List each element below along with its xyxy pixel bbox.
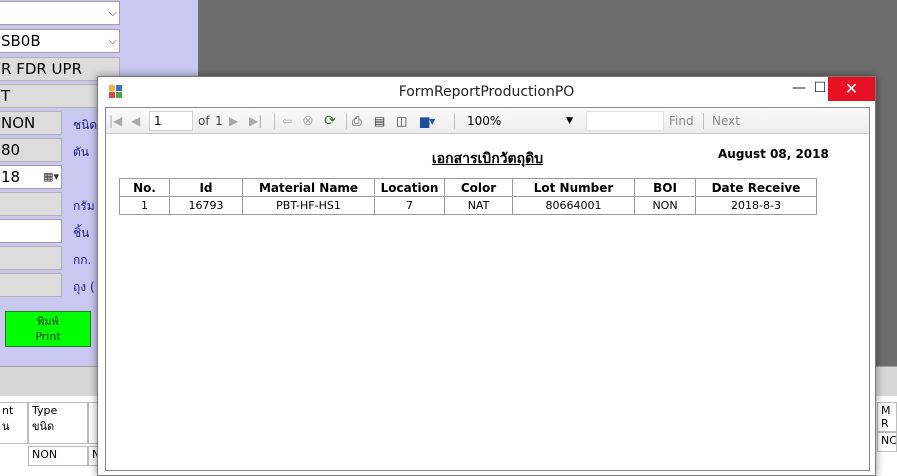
report-table: No. Id Material Name Location Color Lot … (119, 178, 817, 215)
toolbar-separator (274, 113, 275, 129)
type-field: NON (0, 111, 62, 135)
first-page-icon[interactable]: |◀ (109, 112, 122, 130)
toolbar-separator (454, 113, 455, 129)
column-header-location: Location (374, 178, 445, 197)
column-header-lot-number: Lot Number (512, 178, 635, 197)
grid-header-type: Type ขนิด (28, 402, 88, 444)
gram-field (0, 192, 62, 216)
zoom-select[interactable]: 100% ▼ (462, 111, 578, 131)
next-link[interactable]: Next (712, 112, 740, 130)
of-label: of (198, 114, 210, 128)
next-page-icon[interactable]: ▶ (229, 112, 238, 130)
piece-field[interactable] (0, 219, 62, 243)
piece-label: ชิ้น (73, 226, 90, 240)
grid-header-cell: nt น (0, 402, 28, 444)
print-button[interactable]: พิมพ์ Print (5, 311, 91, 347)
print-icon[interactable]: ⎙ (352, 112, 362, 130)
toolbar-separator (703, 113, 704, 129)
chevron-down-icon: ▼ (566, 116, 573, 126)
last-page-icon[interactable]: ▶| (249, 112, 262, 130)
column-header-id: Id (169, 178, 243, 197)
page-setup-icon[interactable]: ◫ (396, 112, 407, 130)
chevron-down-icon: ⌵ (108, 6, 117, 19)
grid-header-type-text: Type ขนิด (32, 404, 58, 433)
grid-header-right-text: M R (881, 404, 891, 430)
ton-field-value: 80 (1, 141, 21, 159)
toolbar-separator (346, 113, 347, 129)
column-header-material-name: Material Name (242, 178, 375, 197)
report-date: August 08, 2018 (718, 147, 829, 161)
calendar-icon[interactable]: ▦▾ (43, 166, 59, 188)
cell-location: 7 (374, 196, 445, 215)
report-dialog: FormReportProductionPO — ☐ ✕ |◀ ◀ 1 of 1… (97, 76, 876, 476)
find-link[interactable]: Find (669, 112, 694, 130)
ton-label: ตัน (73, 145, 89, 159)
cell-no: 1 (119, 196, 170, 215)
total-pages: 1 (215, 114, 223, 128)
report-page: เอกสารเบิกวัตถุดิบ August 08, 2018 No. I… (106, 135, 869, 470)
stop-icon[interactable]: ⊗ (302, 112, 314, 130)
readonly-field-1-value: R FDR UPR (1, 60, 83, 78)
cell-id: 16793 (169, 196, 243, 215)
report-toolbar: |◀ ◀ 1 of 1 ▶ ▶| ⇦ ⊗ ⟳ ⎙ ▤ ◫ ▆▾ 100% ▼ F… (106, 108, 869, 134)
kg-field (0, 246, 62, 270)
refresh-icon[interactable]: ⟳ (324, 112, 336, 130)
find-input[interactable] (586, 111, 664, 131)
prev-page-icon[interactable]: ◀ (131, 112, 140, 130)
kg-label: กก. (73, 253, 92, 267)
zoom-value: 100% (467, 114, 502, 128)
cell-lot-number: 80664001 (512, 196, 635, 215)
readonly-field-2-value: T (1, 87, 11, 105)
back-icon[interactable]: ⇦ (282, 112, 292, 130)
column-header-no: No. (119, 178, 170, 197)
print-layout-icon[interactable]: ▤ (374, 112, 385, 130)
date-picker-value: 18 (1, 168, 21, 186)
close-button[interactable]: ✕ (828, 77, 875, 101)
bag-label: ถุง ( (73, 280, 95, 294)
date-picker-field[interactable]: 18 ▦▾ (0, 165, 62, 189)
export-icon[interactable]: ▆▾ (420, 112, 435, 130)
combo-field-2[interactable]: SB0B ⌵ (0, 29, 120, 53)
grid-cell-type-value: NON (32, 448, 58, 461)
grid-header-cell-right: M R (877, 402, 897, 432)
ton-field: 80 (0, 138, 62, 162)
dialog-titlebar[interactable]: FormReportProductionPO — ☐ ✕ (98, 77, 875, 107)
gram-label: กรัม (73, 199, 95, 213)
print-button-thai-label: พิมพ์ (37, 315, 59, 328)
cell-date-receive: 2018-8-3 (695, 196, 817, 215)
chevron-down-icon: ⌵ (108, 34, 117, 47)
grid-cell-right[interactable]: NC (877, 432, 897, 452)
cell-boi: NON (634, 196, 696, 215)
grid-cell-type[interactable]: NON (28, 446, 88, 466)
bag-field (0, 273, 62, 297)
cell-material-name: PBT-HF-HS1 (242, 196, 375, 215)
print-button-label: Print (35, 330, 61, 343)
column-header-date-receive: Date Receive (695, 178, 817, 197)
table-header-row: No. Id Material Name Location Color Lot … (119, 178, 817, 197)
combo-field-1[interactable]: ⌵ (0, 1, 120, 25)
report-viewer: |◀ ◀ 1 of 1 ▶ ▶| ⇦ ⊗ ⟳ ⎙ ▤ ◫ ▆▾ 100% ▼ F… (105, 107, 870, 471)
column-header-boi: BOI (634, 178, 696, 197)
type-field-value: NON (1, 114, 36, 132)
table-row: 1 16793 PBT-HF-HS1 7 NAT 80664001 NON 20… (119, 196, 817, 215)
grid-cell-right-value: NC (881, 434, 897, 447)
column-header-color: Color (444, 178, 513, 197)
type-label: ชนิด (73, 118, 98, 132)
page-number-input[interactable]: 1 (149, 111, 193, 131)
cell-color: NAT (444, 196, 513, 215)
combo-field-2-value: SB0B (1, 32, 41, 50)
dialog-title: FormReportProductionPO (398, 84, 575, 100)
grid-header-text: nt น (2, 404, 14, 433)
